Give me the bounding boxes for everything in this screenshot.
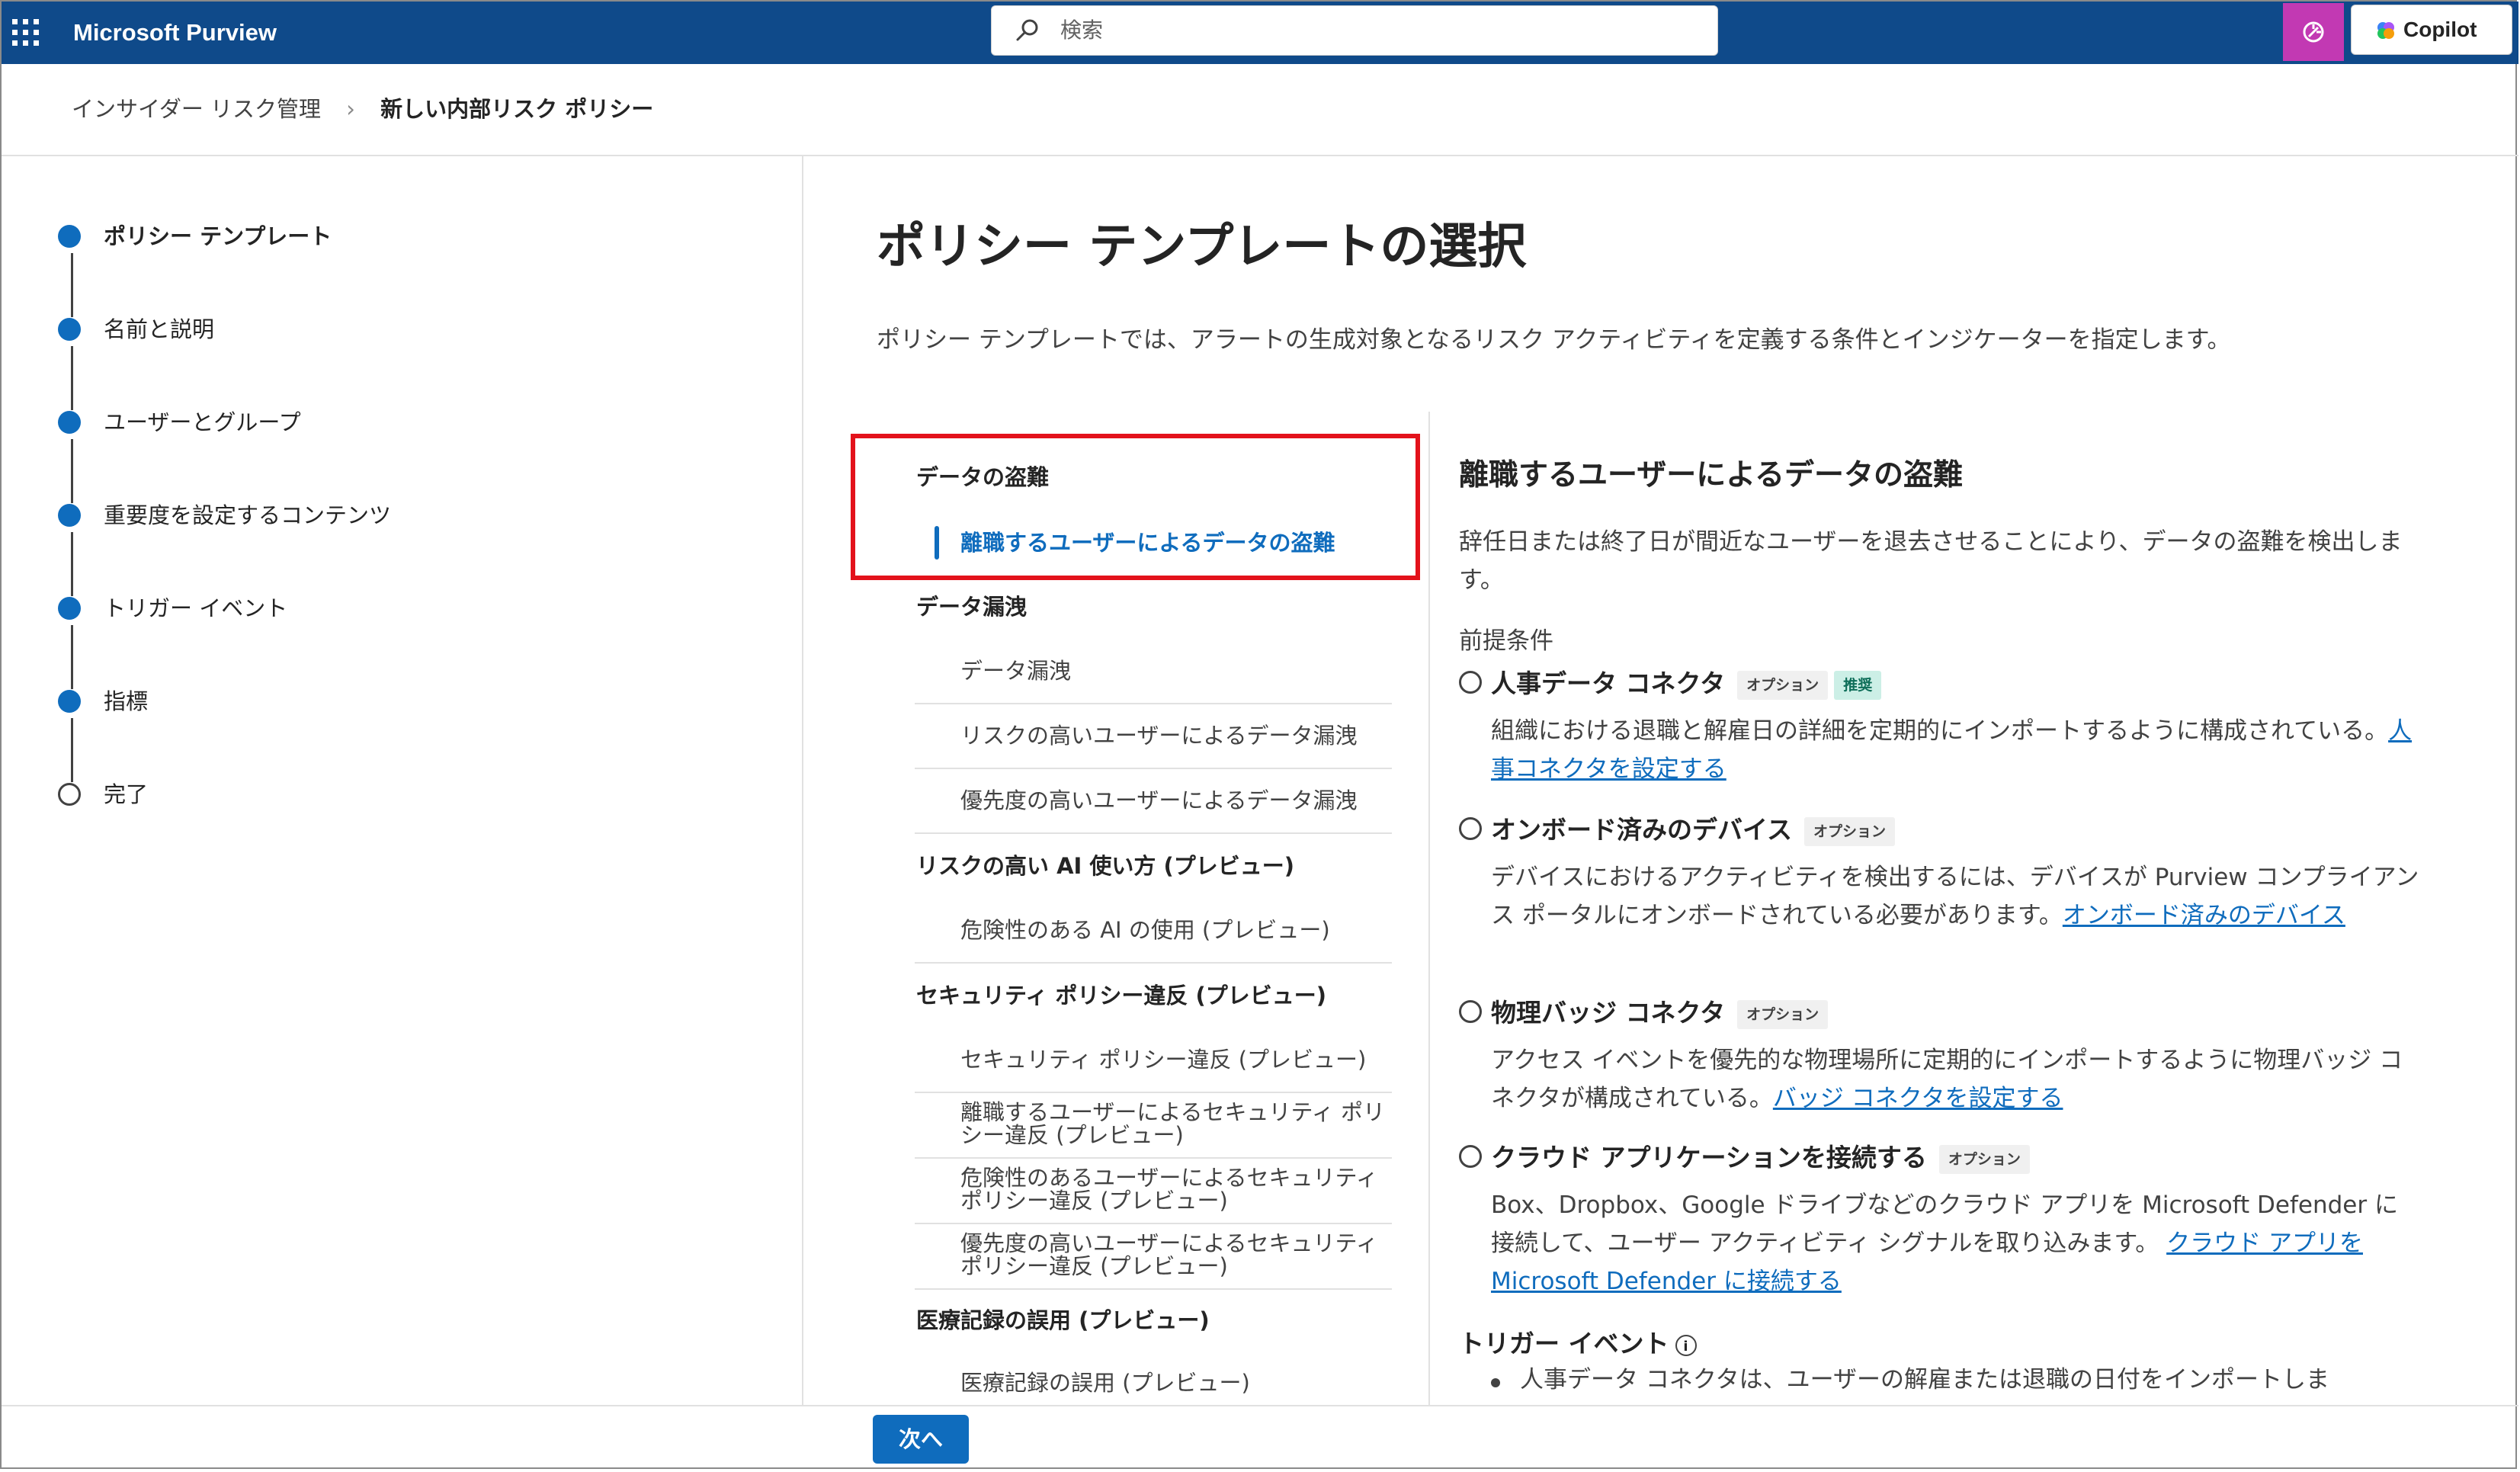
list-divider	[915, 832, 1392, 834]
bullet-icon	[1491, 1378, 1500, 1387]
step-label: 名前と説明	[104, 316, 215, 342]
top-bar: Microsoft Purview 検索 Copilot	[2, 2, 2518, 64]
optional-badge: オプション	[1938, 1144, 2030, 1174]
footer-divider	[2, 1405, 2518, 1406]
category-risky-ai: リスクの高い AI 使い方 (プレビュー)	[916, 853, 1295, 879]
sidebar-divider	[802, 156, 803, 1405]
copilot-button[interactable]: Copilot	[2351, 5, 2512, 55]
hr-connector-label: 人事データ コネクタ	[1491, 669, 1726, 698]
hr-connector-desc: 組織における退職と解雇日の詳細を定期的にインポートするように構成されている。	[1491, 717, 2389, 745]
template-item-departing-theft[interactable]: 離職するユーザーによるデータの盗難	[960, 528, 1387, 558]
devices-text: デバイスにおけるアクティビティを検出するには、デバイスが Purview コンプ…	[1491, 858, 2421, 935]
devices-link[interactable]: オンボード済みのデバイス	[2063, 902, 2345, 929]
radio-onboarded-devices[interactable]	[1459, 817, 1482, 840]
list-divider	[915, 962, 1392, 964]
info-icon[interactable]: i	[1675, 1334, 1697, 1356]
page-description: ポリシー テンプレートでは、アラートの生成対象となるリスク アクティビティを定義…	[877, 326, 2231, 354]
step-icon	[58, 504, 81, 527]
hr-connector-text: 組織における退職と解雇日の詳細を定期的にインポートするように構成されている。人事…	[1491, 712, 2421, 788]
step-connector	[71, 718, 73, 782]
template-item-security-priority[interactable]: 優先度の高いユーザーによるセキュリティ ポリシー違反 (プレビュー)	[960, 1232, 1387, 1278]
step-label: トリガー イベント	[104, 595, 288, 621]
step-label: ユーザーとグループ	[104, 409, 301, 435]
badge-connector-label: 物理バッジ コネクタ	[1491, 998, 1726, 1028]
radio-badge-connector[interactable]	[1459, 1000, 1482, 1023]
list-divider	[915, 1092, 1392, 1093]
template-item-data-leak[interactable]: データ漏洩	[960, 656, 1387, 686]
step-icon	[58, 690, 81, 713]
step-connector	[71, 346, 73, 410]
step-connector	[71, 625, 73, 689]
app-title[interactable]: Microsoft Purview	[73, 2, 277, 64]
step-connector	[71, 253, 73, 317]
copilot-icon	[2377, 22, 2394, 39]
step-connector	[71, 532, 73, 596]
search-placeholder: 検索	[1060, 18, 1104, 43]
search-icon	[1016, 19, 1038, 41]
category-data-theft: データの盗難	[916, 464, 1050, 490]
breadcrumb: インサイダー リスク管理 › 新しい内部リスク ポリシー	[72, 90, 653, 128]
step-icon	[58, 597, 81, 620]
radio-hr-connector[interactable]	[1459, 671, 1482, 694]
badge-connector-link[interactable]: バッジ コネクタを設定する	[1773, 1085, 2063, 1112]
category-data-leak: データ漏洩	[916, 594, 1028, 620]
step-icon	[58, 411, 81, 434]
template-item-health[interactable]: 医療記録の誤用 (プレビュー)	[960, 1368, 1387, 1398]
radio-cloud-apps[interactable]	[1459, 1145, 1482, 1168]
badge-connector-text: アクセス イベントを優先的な物理場所に定期的にインポートするように物理バッジ コ…	[1491, 1041, 2421, 1118]
chevron-right-icon: ›	[346, 96, 355, 122]
selection-indicator	[935, 526, 939, 560]
template-item-risky-leak[interactable]: リスクの高いユーザーによるデータ漏洩	[960, 720, 1387, 751]
cloud-apps-label: クラウド アプリケーションを接続する	[1491, 1143, 1927, 1172]
feedback-button[interactable]	[2283, 3, 2344, 61]
optional-badge: オプション	[1737, 999, 1829, 1029]
list-divider	[915, 1288, 1392, 1290]
header-divider	[2, 155, 2518, 156]
trigger-bullet-text: 人事データ コネクタは、ユーザーの解雇または退職の日付をインポートしま	[1520, 1366, 2329, 1393]
step-current-icon	[58, 225, 81, 248]
devices-title: オンボード済みのデバイス オプション	[1491, 811, 1896, 849]
breadcrumb-current: 新しい内部リスク ポリシー	[380, 96, 654, 122]
badge-connector-title: 物理バッジ コネクタ オプション	[1491, 994, 1829, 1032]
category-security-violation: セキュリティ ポリシー違反 (プレビュー)	[916, 983, 1326, 1009]
optional-badge: オプション	[1804, 816, 1896, 846]
page-title: ポリシー テンプレートの選択	[877, 219, 1527, 275]
optional-badge: オプション	[1737, 670, 1829, 700]
cloud-apps-text: Box、Dropbox、Google ドライブなどのクラウド アプリを Micr…	[1491, 1186, 2421, 1300]
step-label: 完了	[104, 781, 149, 807]
template-item-priority-leak[interactable]: 優先度の高いユーザーによるデータ漏洩	[960, 785, 1387, 816]
prerequisites-heading: 前提条件	[1459, 627, 1553, 655]
list-divider	[915, 703, 1392, 704]
template-item-security[interactable]: セキュリティ ポリシー違反 (プレビュー)	[960, 1044, 1387, 1075]
details-title: 離職するユーザーによるデータの盗難	[1459, 458, 1964, 492]
breadcrumb-parent-link[interactable]: インサイダー リスク管理	[72, 96, 321, 122]
hr-connector-title: 人事データ コネクタ オプション 推奨	[1491, 665, 1882, 703]
template-item-risky-ai[interactable]: 危険性のある AI の使用 (プレビュー)	[960, 915, 1387, 945]
step-icon	[58, 318, 81, 341]
list-divider	[915, 1223, 1392, 1224]
list-divider	[915, 768, 1392, 769]
devices-label: オンボード済みのデバイス	[1491, 815, 1793, 845]
trigger-events-heading: トリガー イベント i	[1459, 1325, 1697, 1363]
search-box[interactable]: 検索	[991, 5, 1718, 56]
category-health-records: 医療記録の誤用 (プレビュー)	[916, 1307, 1210, 1333]
step-empty-icon	[58, 783, 81, 806]
template-item-security-departing[interactable]: 離職するユーザーによるセキュリティ ポリシー違反 (プレビュー)	[960, 1101, 1387, 1146]
template-item-security-risky[interactable]: 危険性のあるユーザーによるセキュリティ ポリシー違反 (プレビュー)	[960, 1166, 1387, 1212]
trigger-events-label: トリガー イベント	[1459, 1329, 1669, 1358]
copilot-label: Copilot	[2403, 18, 2477, 41]
next-button[interactable]: 次へ	[873, 1415, 969, 1464]
recommended-badge: 推奨	[1834, 670, 1882, 700]
cloud-apps-title: クラウド アプリケーションを接続する オプション	[1491, 1139, 2030, 1177]
details-description: 辞任日または終了日が間近なユーザーを退去させることにより、データの盗難を検出しま…	[1459, 528, 2403, 594]
step-connector	[71, 439, 73, 503]
step-label: 指標	[104, 688, 149, 714]
step-label: 重要度を設定するコンテンツ	[104, 502, 392, 528]
step-label: ポリシー テンプレート	[104, 223, 332, 249]
list-divider	[915, 1157, 1392, 1159]
sparkle-icon	[2303, 21, 2324, 43]
app-launcher-icon[interactable]	[12, 19, 40, 47]
template-list-divider	[1428, 412, 1430, 1405]
